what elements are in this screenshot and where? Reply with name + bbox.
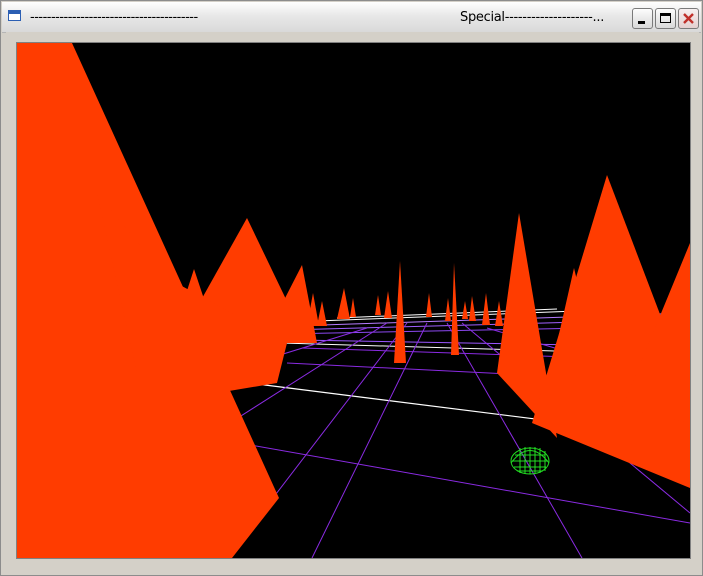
maximize-button[interactable] [655, 8, 676, 29]
game-scene [17, 43, 690, 558]
close-button[interactable] [678, 8, 699, 29]
window-title: Special--------------------... [460, 10, 605, 25]
title-bar[interactable]: ----------------------------------------… [2, 2, 701, 33]
game-viewport[interactable] [16, 42, 691, 559]
game-window: ----------------------------------------… [0, 0, 703, 576]
client-area [6, 32, 699, 572]
minimize-icon [638, 21, 645, 24]
maximize-icon [660, 13, 671, 23]
minimize-button[interactable] [632, 8, 653, 29]
window-icon[interactable] [8, 10, 21, 21]
close-icon [683, 13, 694, 24]
title-text-left: ---------------------------------------- [30, 10, 198, 25]
